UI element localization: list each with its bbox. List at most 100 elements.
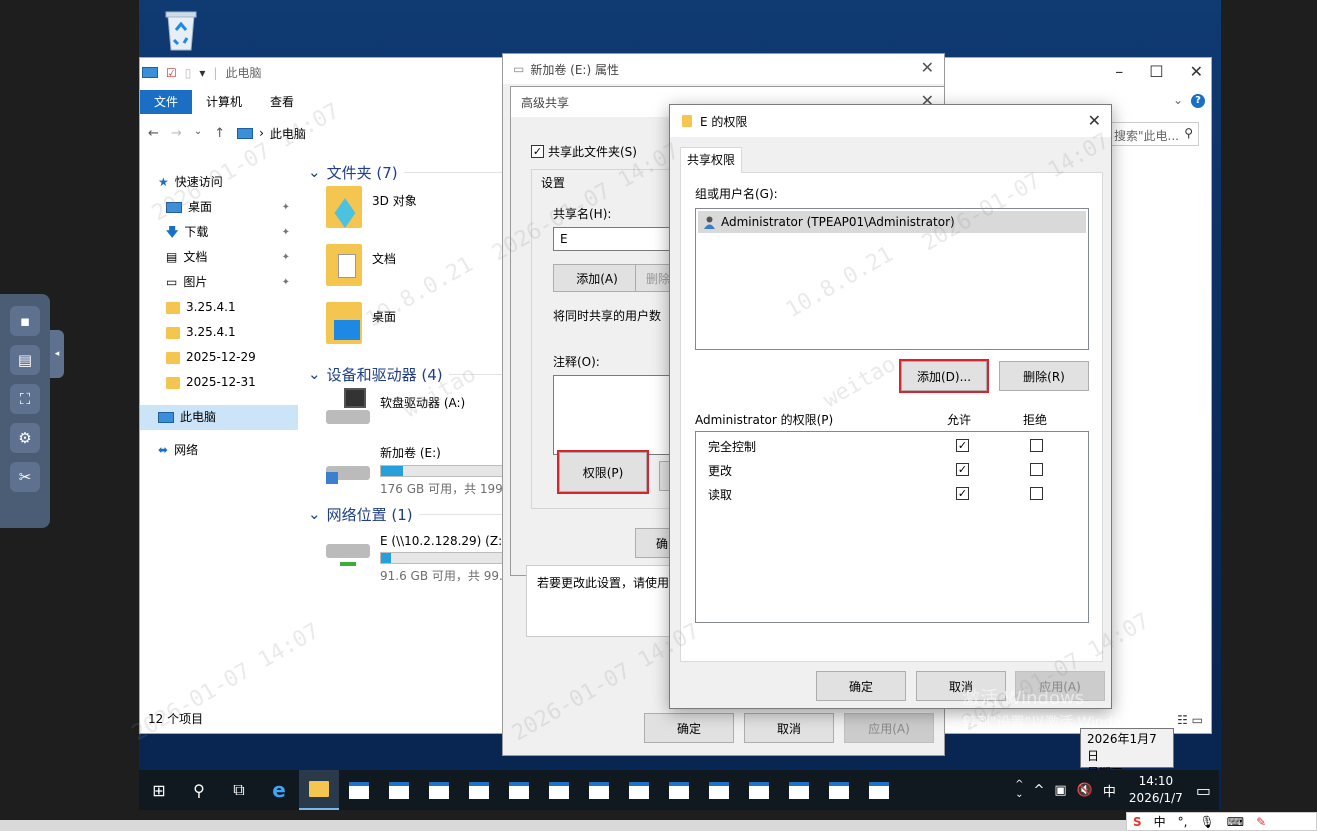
window-taskbar-button[interactable] <box>459 770 499 810</box>
view-toggle-icons[interactable]: ☷ ▭ <box>1177 713 1203 727</box>
status-item-count: 12 个项目 <box>148 712 204 726</box>
pin-icon[interactable]: ✦ <box>282 245 290 270</box>
explorer-taskbar-button[interactable] <box>299 770 339 810</box>
cancel-button[interactable]: 取消 <box>744 713 834 743</box>
notification-icon[interactable]: ▭ <box>1196 781 1211 800</box>
sogou-logo-icon[interactable]: S <box>1133 815 1142 829</box>
checkbox-checked[interactable]: ✓ <box>531 145 544 158</box>
window-taskbar-button[interactable] <box>819 770 859 810</box>
drive-free-space: 176 GB 可用，共 199 <box>380 482 503 496</box>
sidebar-item-folder[interactable]: 2025-12-29 <box>140 345 298 370</box>
up-icon[interactable]: ↑ <box>214 126 225 141</box>
keyboard-icon[interactable]: ⌨ <box>1227 815 1244 829</box>
allow-checkbox[interactable]: ✓ <box>956 463 969 476</box>
tab-file[interactable]: 文件 <box>140 90 193 114</box>
pc-icon <box>158 412 174 423</box>
window-taskbar-button[interactable] <box>539 770 579 810</box>
window-taskbar-button[interactable] <box>419 770 459 810</box>
ie-icon[interactable]: e <box>259 770 299 810</box>
address-path[interactable]: › 此电脑 <box>237 125 306 142</box>
close-button[interactable]: ✕ <box>1190 62 1203 81</box>
pc-icon <box>142 67 158 78</box>
tab-computer[interactable]: 计算机 <box>192 90 256 114</box>
help-icon[interactable]: ? <box>1191 94 1205 108</box>
apps-icon[interactable]: ▪ <box>10 306 40 336</box>
sidebar-item-quick-access[interactable]: ★ 快速访问 <box>140 170 298 195</box>
show-hidden-icons-icon[interactable]: ^ <box>1033 783 1044 798</box>
skin-icon[interactable]: ✎ <box>1256 815 1266 829</box>
sidebar-item-label: 桌面 <box>188 200 213 214</box>
sidebar-item-desktop[interactable]: 桌面 ✦ <box>140 195 298 220</box>
sidebar-item-folder[interactable]: 3.25.4.1 <box>140 320 298 345</box>
window-taskbar-button[interactable] <box>699 770 739 810</box>
add-share-button[interactable]: 添加(A) <box>553 264 641 292</box>
window-taskbar-button[interactable] <box>779 770 819 810</box>
search-icon[interactable]: ⚲ <box>179 770 219 810</box>
toolbar-collapse-handle[interactable]: ◂ <box>50 330 64 378</box>
clock[interactable]: 14:10 2026/1/7 <box>1126 773 1186 807</box>
sidebar-item-folder[interactable]: 3.25.4.1 <box>140 295 298 320</box>
forward-icon[interactable]: → <box>171 126 182 141</box>
sidebar-item-downloads[interactable]: 🡇 下载 ✦ <box>140 220 298 245</box>
ribbon-expand-icon[interactable]: ⌄ <box>1173 93 1183 107</box>
clock-date: 2026/1/7 <box>1128 791 1183 805</box>
pin-icon[interactable]: ✦ <box>282 195 290 220</box>
minimize-button[interactable]: – <box>1115 62 1123 81</box>
microphone-icon[interactable]: 🎙 <box>1200 815 1215 829</box>
input-language[interactable]: 中 <box>1103 781 1116 800</box>
recycle-bin-icon[interactable] <box>160 8 202 52</box>
sidebar-item-pictures[interactable]: ▭ 图片 ✦ <box>140 270 298 295</box>
close-button[interactable]: ✕ <box>1088 111 1101 130</box>
recent-locations-icon[interactable]: ⌄ <box>194 126 202 141</box>
apply-button[interactable]: 应用(A) <box>844 713 934 743</box>
deny-checkbox[interactable] <box>1030 439 1043 452</box>
network-status-icon[interactable]: ▣ <box>1054 783 1066 798</box>
list-item[interactable]: Administrator (TPEAP01\Administrator) <box>698 211 1086 233</box>
gear-icon[interactable]: ⚙ <box>10 423 40 453</box>
task-view-icon[interactable]: ⧉ <box>219 770 259 810</box>
window-taskbar-button[interactable] <box>499 770 539 810</box>
window-taskbar-button[interactable] <box>659 770 699 810</box>
deny-checkbox[interactable] <box>1030 463 1043 476</box>
window-taskbar-button[interactable] <box>739 770 779 810</box>
window-taskbar-button[interactable] <box>379 770 419 810</box>
add-user-button[interactable]: 添加(D)... <box>899 359 989 393</box>
ime-language[interactable]: 中 <box>1154 813 1166 830</box>
window-taskbar-button[interactable] <box>859 770 899 810</box>
ok-button[interactable]: 确定 <box>816 671 906 701</box>
chevron-down-icon[interactable]: ▾ <box>199 66 205 80</box>
pin-icon[interactable]: ✦ <box>282 270 290 295</box>
properties-icon[interactable]: ☑ <box>166 66 177 80</box>
sidebar-item-folder[interactable]: 2025-12-31 <box>140 370 298 395</box>
sidebar-item-this-pc[interactable]: 此电脑 <box>140 405 298 430</box>
fullscreen-icon[interactable]: ⛶ <box>10 384 40 414</box>
clipboard-icon[interactable]: ▤ <box>10 345 40 375</box>
window-taskbar-button[interactable] <box>339 770 379 810</box>
punctuation-icon[interactable]: °, <box>1178 815 1188 829</box>
remove-user-button[interactable]: 删除(R) <box>999 361 1089 391</box>
window-taskbar-button[interactable] <box>619 770 659 810</box>
allow-checkbox[interactable]: ✓ <box>956 487 969 500</box>
taskbar: ⊞ ⚲ ⧉ e ^ ⌄ ^ ▣ 🔇 中 14:10 2026/1/7 ▭ <box>139 770 1219 810</box>
permissions-button[interactable]: 权限(P) <box>557 450 649 494</box>
windows-start-icon[interactable]: ⊞ <box>139 770 179 810</box>
tab-share-permissions[interactable]: 共享权限 <box>680 147 743 173</box>
allow-checkbox[interactable]: ✓ <box>956 439 969 452</box>
pin-icon[interactable]: ✦ <box>282 220 290 245</box>
disconnect-icon[interactable]: ✂ <box>10 462 40 492</box>
search-input[interactable]: 搜索"此电... ⚲ <box>1107 122 1199 146</box>
navigation-pane: ★ 快速访问 桌面 ✦ 🡇 下载 ✦ ▤ 文档 ✦ ▭ 图片 ✦ 3.25.4.… <box>140 170 298 703</box>
sidebar-item-network[interactable]: ⬌ 网络 <box>140 438 298 463</box>
deny-checkbox[interactable] <box>1030 487 1043 500</box>
scroll-arrows-icon[interactable]: ^ ⌄ <box>1015 780 1023 800</box>
tab-view[interactable]: 查看 <box>256 90 308 114</box>
ok-button[interactable]: 确定 <box>644 713 734 743</box>
window-taskbar-button[interactable] <box>579 770 619 810</box>
maximize-button[interactable]: ☐ <box>1149 62 1163 81</box>
volume-muted-icon[interactable]: 🔇 <box>1077 783 1093 798</box>
share-folder-checkbox[interactable]: ✓ 共享此文件夹(S) <box>531 143 637 160</box>
new-folder-icon[interactable]: ▯ <box>185 66 192 80</box>
sidebar-item-documents[interactable]: ▤ 文档 ✦ <box>140 245 298 270</box>
back-icon[interactable]: ← <box>148 126 159 141</box>
close-button[interactable]: ✕ <box>921 58 934 77</box>
